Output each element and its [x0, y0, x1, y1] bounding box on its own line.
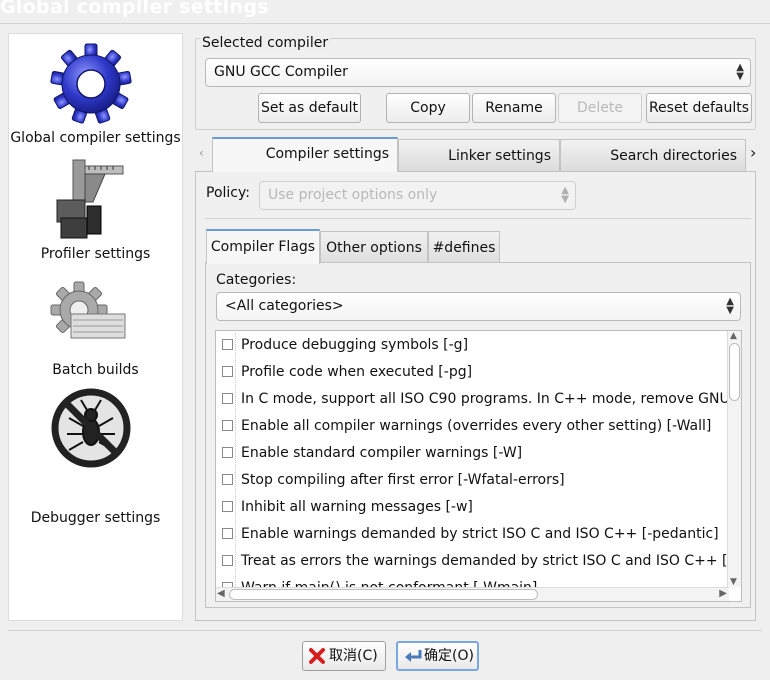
flag-label: In C mode, support all ISO C90 programs.… — [241, 391, 742, 407]
horizontal-scrollbar[interactable]: ◀ ▶ — [216, 587, 729, 601]
flag-checkbox[interactable] — [222, 392, 233, 404]
compiler-flags-list[interactable]: Produce debugging symbols [-g] Profile c… — [215, 330, 742, 602]
flag-checkbox[interactable] — [222, 527, 233, 539]
flag-row[interactable]: Stop compiling after first error [-Wfata… — [222, 468, 565, 492]
ok-button[interactable]: 确定(O) — [396, 641, 479, 671]
scroll-down-icon[interactable]: ▼ — [730, 577, 737, 587]
flag-checkbox[interactable] — [222, 554, 233, 566]
tab-compiler-flags[interactable]: Compiler Flags — [206, 229, 320, 264]
flag-checkbox[interactable] — [222, 473, 233, 485]
sidebar-item-debugger[interactable]: Debugger settings — [9, 388, 182, 526]
flag-checkbox[interactable] — [222, 338, 233, 350]
policy-label: Policy: — [206, 185, 250, 201]
flag-label: Inhibit all warning messages [-w] — [241, 499, 473, 515]
flag-label: Stop compiling after first error [-Wfata… — [241, 472, 565, 488]
sidebar-item-label: Profiler settings — [40, 246, 151, 262]
delete-button[interactable]: Delete — [558, 93, 642, 123]
flag-label: Treat as errors the warnings demanded by… — [241, 553, 742, 569]
selected-compiler-label: Selected compiler — [200, 35, 331, 51]
flag-row[interactable]: Enable all compiler warnings (overrides … — [222, 414, 711, 438]
flag-checkbox[interactable] — [222, 500, 233, 512]
ok-label: 确定(O) — [424, 648, 474, 664]
updown-arrows-icon: ▲ ▼ — [736, 62, 744, 82]
flag-row[interactable]: Produce debugging symbols [-g] — [222, 333, 468, 357]
flag-row[interactable]: Treat as errors the warnings demanded by… — [222, 549, 742, 573]
vertical-scrollbar[interactable]: ▲ ▼ — [727, 331, 741, 587]
flag-label: Enable all compiler warnings (overrides … — [241, 418, 712, 434]
scroll-up-icon[interactable]: ▲ — [730, 331, 737, 341]
title-bar: Global compiler settings — [0, 0, 770, 24]
policy-select[interactable]: Use project options only ▲ ▼ — [259, 181, 576, 210]
flag-row[interactable]: In C mode, support all ISO C90 programs.… — [222, 387, 742, 411]
policy-select-value: Use project options only — [268, 187, 438, 203]
cancel-button[interactable]: 取消(C) — [302, 641, 386, 671]
reset-defaults-button[interactable]: Reset defaults — [646, 93, 752, 123]
compiler-select-value: GNU GCC Compiler — [214, 64, 348, 80]
sidebar-item-label: Batch builds — [52, 362, 139, 378]
window-title: Global compiler settings — [0, 0, 269, 18]
flag-checkbox[interactable] — [222, 446, 233, 458]
batch-gear-icon — [50, 281, 126, 339]
settings-category-list: Global compiler settings Profiler settin… — [8, 33, 183, 621]
flag-label: Produce debugging symbols [-g] — [241, 337, 469, 353]
tab-defines[interactable]: #defines — [428, 231, 500, 263]
vertical-scroll-thumb[interactable] — [729, 343, 740, 401]
updown-arrows-icon: ▲ ▼ — [726, 296, 734, 316]
sidebar-item-label: Debugger settings — [30, 510, 161, 526]
updown-arrows-icon: ▲ ▼ — [561, 185, 569, 205]
tab-compiler-settings[interactable]: Compiler settings — [212, 137, 398, 172]
tab-linker-settings[interactable]: Linker settings — [398, 139, 560, 171]
flag-row[interactable]: Enable warnings demanded by strict ISO C… — [222, 522, 719, 546]
categories-select-value: <All categories> — [225, 298, 344, 314]
gear-icon — [50, 43, 132, 124]
scroll-left-icon[interactable]: ◀ — [217, 588, 225, 600]
flag-row[interactable]: Profile code when executed [-pg] — [222, 360, 472, 384]
caliper-icon — [56, 159, 124, 239]
flag-label: Profile code when executed [-pg] — [241, 364, 473, 380]
scroll-right-icon[interactable]: ▶ — [719, 588, 727, 600]
return-arrow-icon — [405, 650, 422, 662]
flag-checkbox[interactable] — [222, 365, 233, 377]
no-bug-icon — [51, 388, 131, 468]
cancel-label: 取消(C) — [329, 648, 378, 664]
footer-divider — [8, 630, 762, 631]
tab-scroll-left-icon[interactable]: ‹ — [199, 146, 204, 160]
flag-checkbox[interactable] — [222, 419, 233, 431]
flag-label: Enable warnings demanded by strict ISO C… — [241, 526, 719, 542]
rename-button[interactable]: Rename — [472, 93, 556, 123]
tab-scroll-right-icon[interactable]: › — [750, 143, 756, 162]
flag-label: Enable standard compiler warnings [-W] — [241, 445, 523, 461]
policy-divider — [205, 218, 751, 219]
tab-search-directories[interactable]: Search directories — [560, 139, 746, 171]
categories-select[interactable]: <All categories> ▲ ▼ — [216, 292, 741, 321]
compiler-select[interactable]: GNU GCC Compiler ▲ ▼ — [205, 58, 751, 87]
set-as-default-button[interactable]: Set as default — [258, 93, 361, 123]
sidebar-item-profiler[interactable]: Profiler settings — [9, 152, 182, 270]
sidebar-item-global-compiler[interactable]: Global compiler settings — [9, 34, 182, 152]
categories-label: Categories: — [216, 272, 297, 288]
copy-button[interactable]: Copy — [386, 93, 470, 123]
red-x-icon — [309, 648, 325, 664]
flag-row[interactable]: Enable standard compiler warnings [-W] — [222, 441, 522, 465]
sidebar-item-label: Global compiler settings — [10, 130, 181, 146]
tab-other-options[interactable]: Other options — [320, 231, 428, 263]
title-divider — [0, 23, 770, 24]
flag-row[interactable]: Inhibit all warning messages [-w] — [222, 495, 473, 519]
sidebar-item-batch-builds[interactable]: Batch builds — [9, 270, 182, 388]
horizontal-scroll-thumb[interactable] — [229, 589, 538, 600]
